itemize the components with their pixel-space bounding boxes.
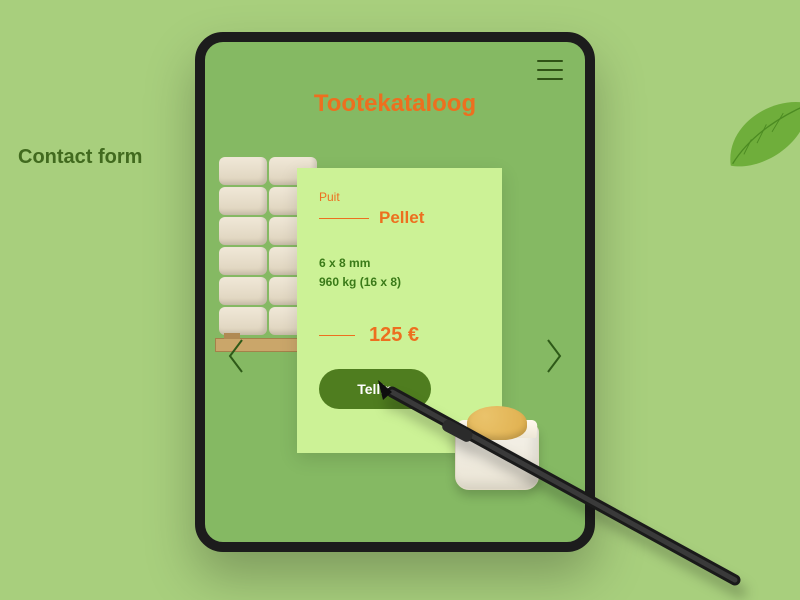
divider-rule <box>319 335 355 336</box>
product-weight: 960 kg (16 x 8) <box>319 273 480 292</box>
hamburger-icon[interactable] <box>537 60 563 80</box>
product-price: 125 € <box>369 324 419 347</box>
side-heading-contact-form: Contact form <box>18 146 142 169</box>
tablet-mockup: Tootekataloog Puit Pellet 6 x <box>195 32 595 552</box>
chevron-right-icon[interactable] <box>545 338 563 374</box>
divider-rule <box>319 218 369 219</box>
chevron-left-icon[interactable] <box>227 338 245 374</box>
product-dimensions: 6 x 8 mm <box>319 254 480 273</box>
page-title: Tootekataloog <box>205 90 585 118</box>
product-category: Puit <box>319 190 480 204</box>
leaf-icon <box>717 100 800 175</box>
order-button[interactable]: Tellin <box>319 369 431 409</box>
sack-illustration <box>453 402 541 494</box>
product-name: Pellet <box>379 208 424 228</box>
